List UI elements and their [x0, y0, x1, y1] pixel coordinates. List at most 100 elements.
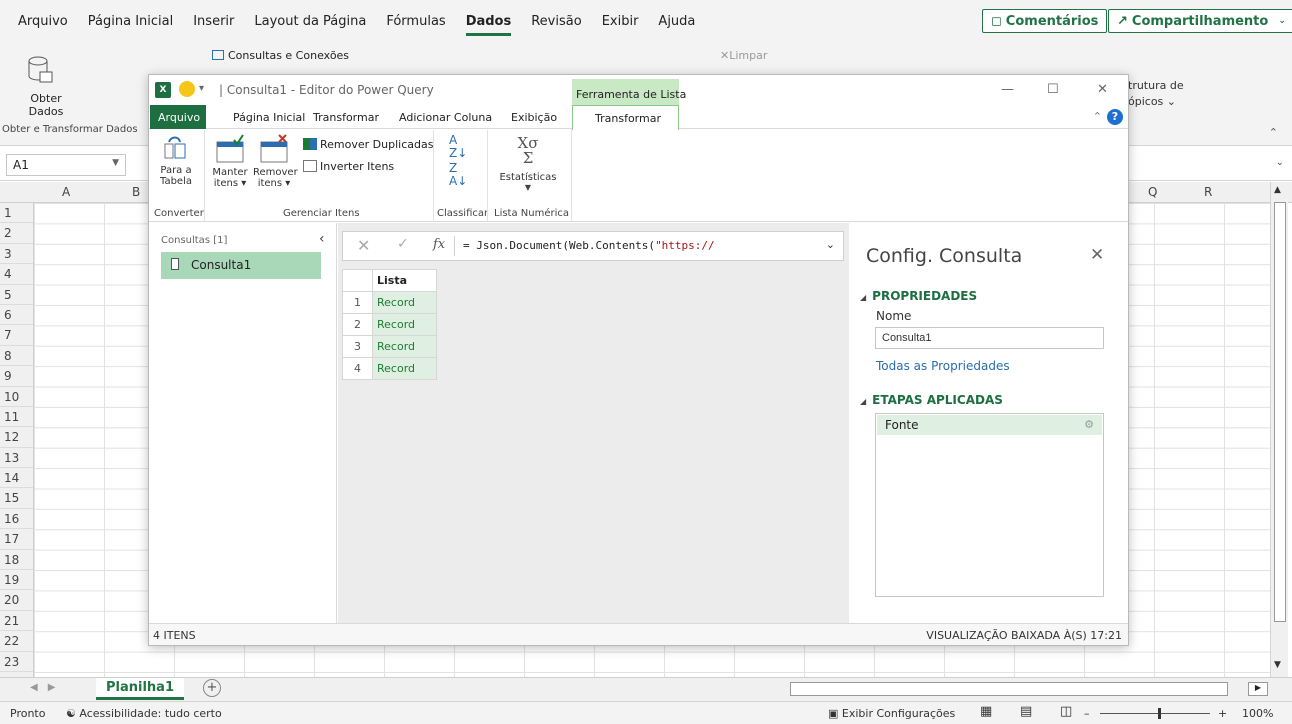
row-header[interactable]: 18 [0, 550, 33, 571]
consultas-conexoes-button[interactable]: Consultas e Conexões [212, 49, 349, 62]
row-header[interactable]: 15 [0, 488, 33, 509]
quick-access-dropdown-icon[interactable]: ▾ [199, 83, 204, 94]
menu-tab-exibir[interactable]: Exibir [602, 14, 639, 36]
row-header[interactable]: 4 [0, 264, 33, 285]
row-header[interactable]: 19 [0, 570, 33, 591]
scroll-down-icon[interactable]: ▼ [1274, 660, 1281, 670]
column-header-b[interactable]: B [132, 185, 140, 199]
menu-tab-arquivo[interactable]: Arquivo [18, 14, 68, 36]
collapse-pane-icon[interactable]: ‹ [319, 231, 325, 247]
tab-list-transformar[interactable]: Transformar [572, 105, 679, 130]
menu-tab-dados[interactable]: Dados [465, 14, 512, 36]
sheet-tab-planilha1[interactable]: Planilha1 [96, 678, 184, 700]
estatisticas-button[interactable]: Xσ Σ Estatísticas ▼ [489, 136, 567, 193]
obter-dados-button[interactable]: Obter Dados [26, 54, 116, 120]
column-header-lista[interactable]: Lista [372, 269, 437, 292]
zoom-slider-thumb[interactable] [1158, 708, 1161, 719]
maximize-icon[interactable]: ☐ [1047, 82, 1059, 97]
row-header[interactable]: 2 [0, 223, 33, 244]
row-header[interactable]: 21 [0, 611, 33, 632]
zoom-out-icon[interactable]: – [1084, 707, 1090, 720]
display-settings-button[interactable]: ▣ Exibir Configurações [828, 707, 955, 720]
page-break-view-icon[interactable]: ◫ [1060, 704, 1072, 719]
add-sheet-icon[interactable]: + [203, 679, 221, 697]
menu-tab-layout[interactable]: Layout da Página [254, 14, 366, 36]
confirm-formula-icon[interactable]: ✓ [397, 236, 409, 252]
manter-itens-button[interactable]: Manter itens ▾ [211, 134, 249, 189]
expand-formula-icon[interactable]: ⌄ [1276, 157, 1284, 168]
comments-button[interactable]: ◻ Comentários [982, 9, 1108, 33]
tab-transformar[interactable]: Transformar [313, 111, 379, 124]
sort-ascending-icon[interactable]: A Z↓ [449, 134, 467, 160]
accessibility-status[interactable]: ☯ Acessibilidade: tudo certo [66, 707, 222, 720]
row-header[interactable]: 12 [0, 427, 33, 448]
menu-tab-revisao[interactable]: Revisão [531, 14, 581, 36]
tab-adicionar-coluna[interactable]: Adicionar Coluna [399, 111, 492, 124]
tab-arquivo[interactable]: Arquivo [150, 105, 206, 129]
row-header[interactable]: 7 [0, 325, 33, 346]
row-header[interactable]: 17 [0, 529, 33, 550]
row-header[interactable]: 9 [0, 366, 33, 387]
inverter-itens-button[interactable]: Inverter Itens [303, 160, 394, 173]
help-icon[interactable]: ? [1107, 109, 1123, 125]
page-layout-view-icon[interactable]: ▤ [1020, 704, 1032, 719]
estrutura-topicos-button[interactable]: trutura de ópicos ⌄ [1128, 78, 1184, 110]
menu-tab-ajuda[interactable]: Ajuda [658, 14, 695, 36]
all-properties-link[interactable]: Todas as Propriedades [876, 359, 1010, 373]
zoom-level[interactable]: 100% [1242, 707, 1273, 720]
vertical-scrollbar[interactable]: ▲ ▼ [1270, 182, 1288, 677]
sort-descending-icon[interactable]: Z A↓ [449, 162, 467, 188]
row-header[interactable]: 6 [0, 305, 33, 326]
zoom-slider[interactable] [1100, 713, 1210, 714]
gear-icon[interactable]: ⚙ [1084, 418, 1094, 431]
record-link[interactable]: Record [372, 335, 437, 358]
scrollbar-thumb[interactable] [1274, 202, 1286, 622]
horizontal-scrollbar[interactable] [790, 682, 1228, 696]
remover-itens-button[interactable]: Remover itens ▾ [253, 134, 298, 189]
row-header[interactable]: 10 [0, 387, 33, 407]
row-header[interactable]: 1 [0, 203, 33, 224]
column-header-a[interactable]: A [62, 185, 70, 199]
share-button[interactable]: ↗ Compartilhamento ⌄ [1108, 9, 1292, 33]
row-header[interactable]: 5 [0, 285, 33, 305]
scroll-right-icon[interactable]: ▶ [1248, 682, 1268, 696]
minimize-icon[interactable]: — [1001, 82, 1014, 97]
para-tabela-button[interactable]: Para a Tabela [153, 136, 199, 187]
cancel-formula-icon[interactable]: ✕ [357, 236, 370, 255]
close-icon[interactable]: ✕ [1097, 82, 1108, 97]
expand-formula-icon[interactable]: ⌄ [826, 238, 835, 251]
sheet-nav-arrows[interactable]: ◀▶ [30, 682, 65, 693]
tab-pagina-inicial[interactable]: Página Inicial [233, 111, 305, 124]
menu-tab-formulas[interactable]: Fórmulas [386, 14, 445, 36]
row-header[interactable]: 14 [0, 468, 33, 489]
formula-input[interactable]: = Json.Document(Web.Contents("https:// [463, 239, 715, 252]
row-header[interactable]: 20 [0, 590, 33, 611]
limpar-button[interactable]: ✕Limpar [720, 49, 767, 62]
tab-exibicao[interactable]: Exibição [511, 111, 557, 124]
collapse-ribbon-icon[interactable]: ⌃ [1269, 126, 1278, 139]
normal-view-icon[interactable]: ▦ [980, 704, 992, 719]
name-box[interactable]: A1 ▼ [6, 154, 126, 176]
zoom-in-icon[interactable]: + [1218, 707, 1227, 720]
properties-section-header[interactable]: ◢ PROPRIEDADES [860, 289, 977, 303]
smiley-feedback-icon[interactable] [179, 81, 195, 97]
row-header[interactable]: 22 [0, 631, 33, 652]
row-header[interactable]: 13 [0, 448, 33, 469]
row-header[interactable]: 8 [0, 346, 33, 367]
applied-steps-section-header[interactable]: ◢ ETAPAS APLICADAS [860, 393, 1003, 407]
record-link[interactable]: Record [372, 291, 437, 314]
table-corner[interactable] [342, 269, 373, 292]
menu-tab-pagina-inicial[interactable]: Página Inicial [88, 14, 173, 36]
record-link[interactable]: Record [372, 357, 437, 380]
fx-icon[interactable]: fx [433, 237, 445, 252]
column-header-r[interactable]: R [1204, 185, 1212, 199]
column-header-q[interactable]: Q [1148, 185, 1157, 199]
row-header[interactable]: 3 [0, 244, 33, 265]
collapse-ribbon-icon[interactable]: ⌃ [1093, 110, 1102, 123]
menu-tab-inserir[interactable]: Inserir [193, 14, 234, 36]
row-header[interactable]: 23 [0, 652, 33, 672]
applied-step-fonte[interactable]: Fonte ⚙ [877, 415, 1102, 435]
close-settings-icon[interactable]: ✕ [1090, 245, 1104, 265]
row-header[interactable]: 16 [0, 509, 33, 530]
row-header[interactable]: 11 [0, 407, 33, 428]
